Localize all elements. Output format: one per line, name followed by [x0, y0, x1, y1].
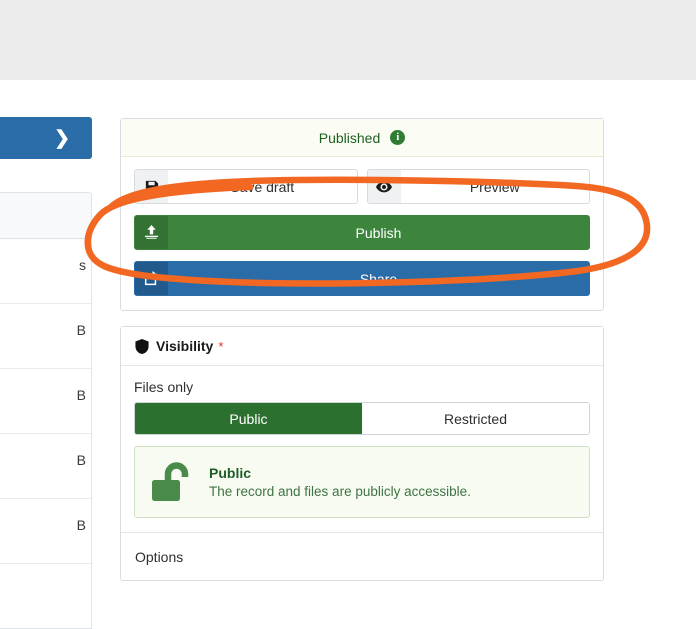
visibility-info-text: Public The record and files are publicly…: [209, 465, 471, 499]
save-floppy-icon: [135, 170, 168, 203]
visibility-segmented-control: Public Restricted: [134, 402, 590, 435]
table-row[interactable]: s: [0, 239, 91, 304]
share-button[interactable]: Share: [134, 261, 590, 296]
table-cell: B: [76, 517, 86, 533]
table-cell: s: [79, 257, 86, 273]
publish-label: Publish: [355, 224, 402, 241]
secondary-actions-row: Save draft Preview: [134, 169, 590, 204]
required-marker: *: [218, 338, 224, 354]
eye-icon: [367, 170, 401, 203]
segment-public[interactable]: Public: [135, 403, 362, 434]
publish-actions: Save draft Preview Publish Share: [121, 157, 603, 310]
table-cell: B: [76, 322, 86, 338]
preview-label: Preview: [469, 178, 520, 195]
table-row[interactable]: B: [0, 304, 91, 369]
visibility-info-heading: Public: [209, 465, 252, 481]
preview-button[interactable]: Preview: [366, 169, 590, 204]
publish-status-header: Published i: [121, 119, 603, 157]
table-row[interactable]: B: [0, 499, 91, 564]
share-external-icon: [135, 262, 168, 295]
visibility-info-box: Public The record and files are publicly…: [134, 446, 590, 518]
segment-restricted[interactable]: Restricted: [362, 403, 589, 434]
publish-button[interactable]: Publish: [134, 215, 590, 250]
save-draft-button[interactable]: Save draft: [134, 169, 358, 204]
collapse-panel-button[interactable]: ❯: [0, 117, 92, 159]
table-cell: B: [76, 452, 86, 468]
files-table: s B B B B: [0, 192, 92, 629]
unlock-icon: [149, 460, 195, 504]
save-draft-label: Save draft: [230, 178, 295, 195]
share-label: Share: [359, 270, 398, 287]
visibility-header: Visibility *: [121, 327, 603, 366]
info-circle-icon[interactable]: i: [390, 130, 406, 145]
visibility-body: Files only Public Restricted Public The …: [121, 366, 603, 532]
files-table-header: [0, 193, 91, 239]
table-row[interactable]: B: [0, 369, 91, 434]
page-title: Visibility: [156, 338, 214, 354]
left-column: ❯ s B B B B: [0, 80, 100, 629]
options-label: Options: [135, 548, 184, 565]
publish-card: Published i Save draft Preview Publish S…: [120, 118, 604, 311]
status-badge: Published: [318, 129, 381, 146]
upload-icon: [135, 216, 168, 249]
files-only-label: Files only: [134, 379, 194, 395]
options-section[interactable]: Options: [121, 532, 603, 580]
table-row[interactable]: [0, 564, 91, 628]
shield-icon: [135, 338, 149, 354]
table-cell: B: [76, 387, 86, 403]
chevron-right-icon: ❯: [54, 127, 70, 149]
visibility-info-description: The record and files are publicly access…: [209, 484, 471, 499]
right-sidebar-panel: Published i Save draft Preview Publish S…: [120, 118, 604, 581]
visibility-card: Visibility * Files only Public Restricte…: [120, 326, 604, 581]
table-row[interactable]: B: [0, 434, 91, 499]
top-gray-band: [0, 0, 696, 80]
